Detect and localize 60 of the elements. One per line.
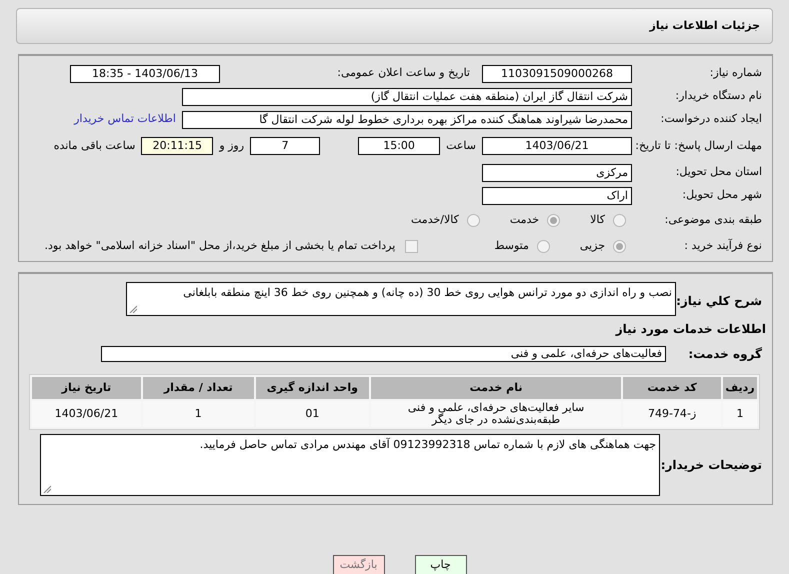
payment-note: پرداخت تمام یا بخشی از مبلغ خرید،از محل "اسناد خزانه اسلامی" خواهد بود. [44,238,396,254]
resize-grip-icon[interactable] [43,485,51,494]
radio-button[interactable] [466,214,480,226]
buyer-org-field[interactable]: شرکت انتقال گاز ایران (منطقه هفت عملیات انتقال گاز) [182,88,632,106]
field-label: تاریخ و ساعت اعلان عمومی: [336,65,470,82]
field-label: طبقه بندی موضوعی: [664,212,763,228]
remaining-time-field[interactable]: 20:11:15 [141,137,214,155]
radio-button[interactable] [613,240,626,252]
field-label: مهلت ارسال پاسخ: تا تاریخ: [634,139,763,153]
column-header: ردیف [723,377,757,399]
radio-label: کالا/خدمت [411,212,459,228]
table-cell: 1 [723,401,757,428]
column-header: نام خدمت [370,377,622,399]
column-header: تعداد / مقدار [142,377,254,399]
radio-button[interactable] [536,240,550,252]
radio-label: خدمت [510,212,540,228]
field-label: ساعت [446,138,476,154]
deadline-time-field[interactable]: 15:00 [358,137,440,155]
checkbox[interactable] [405,240,418,252]
radio-label: کالا [590,212,605,228]
radio-button[interactable] [613,214,626,226]
city-field[interactable]: اراک [482,186,632,204]
province-field[interactable]: مرکزی [482,164,632,182]
announce-datetime-field[interactable]: 1403/06/13 - 18:35 [70,64,220,82]
field-label: ایجاد کننده درخواست: [660,111,763,128]
requester-field[interactable]: محمدرضا شیراوند هماهنگ کننده مراکز بهره برداری خطوط لوله شرکت انتقال گا [182,110,632,128]
days-field[interactable]: 7 [250,137,320,155]
section-title: اطلاعات خدمات مورد نیاز [616,321,766,338]
radio-label: متوسط [494,238,529,254]
field-label: نام دستگاه خریدار: [674,88,763,104]
radio-label: جزیی [580,238,605,254]
field-label: شرح کلي نياز: [676,293,763,310]
print-button[interactable]: چاپ [414,555,466,574]
field-label: روز و [219,138,244,154]
column-header: تاریخ نیاز [32,377,141,399]
column-header: واحد اندازه گیری [256,377,369,399]
field-label: استان محل تحویل: [674,164,763,180]
table-cell: 1 [142,401,254,428]
table-cell: سایر فعالیت‌های حرفه‌ای، علمی و فنی طبقه‌بندی‌نشده در جای دیگر [370,401,622,428]
description-text: نصب و راه اندازی دو مورد ترانس هوایی روی خط 30 (ده چانه) و همچنین روی خط 36 اینچ منطقه بابلغانی [182,285,672,301]
field-label: شهر محل تحویل: [681,187,763,204]
buyer-notes-text: جهت هماهنگی های لازم با شماره تماس 09123992318 آقای مهندس مرادی تماس حاصل فرمایید. [198,437,656,454]
field-label: ساعت باقی مانده [54,138,136,154]
column-header: کد خدمت [623,377,722,399]
table-cell: ز-74-749 [623,401,722,428]
field-label: شماره نیاز: [708,65,763,82]
field-label: نوع فرآیند خرید : [683,238,763,254]
radio-button[interactable] [547,214,560,226]
table-cell: 01 [256,401,369,428]
table-cell: 1403/06/21 [32,401,141,428]
need-number-field[interactable]: 1103091509000268 [482,64,632,82]
contact-info-link[interactable]: اطلاعات تماس خریدار [74,111,176,128]
back-button[interactable]: بازگشت [332,555,384,574]
buyer-notes-textarea[interactable]: جهت هماهنگی های لازم با شماره تماس 09123992318 آقای مهندس مرادی تماس حاصل فرمایید. [40,434,660,496]
service-group-field[interactable]: فعالیت‌های حرفه‌ای، علمی و فنی [101,346,666,362]
description-textarea[interactable]: نصب و راه اندازی دو مورد ترانس هوایی روی خط 30 (ده چانه) و همچنین روی خط 36 اینچ منطقه بابلغانی [126,282,676,316]
resize-grip-icon[interactable] [129,305,137,313]
deadline-date-field[interactable]: 1403/06/21 [482,137,632,155]
field-label: گروه خدمت: [687,346,763,363]
header-title: جزئیات اطلاعات نیاز [650,18,760,34]
